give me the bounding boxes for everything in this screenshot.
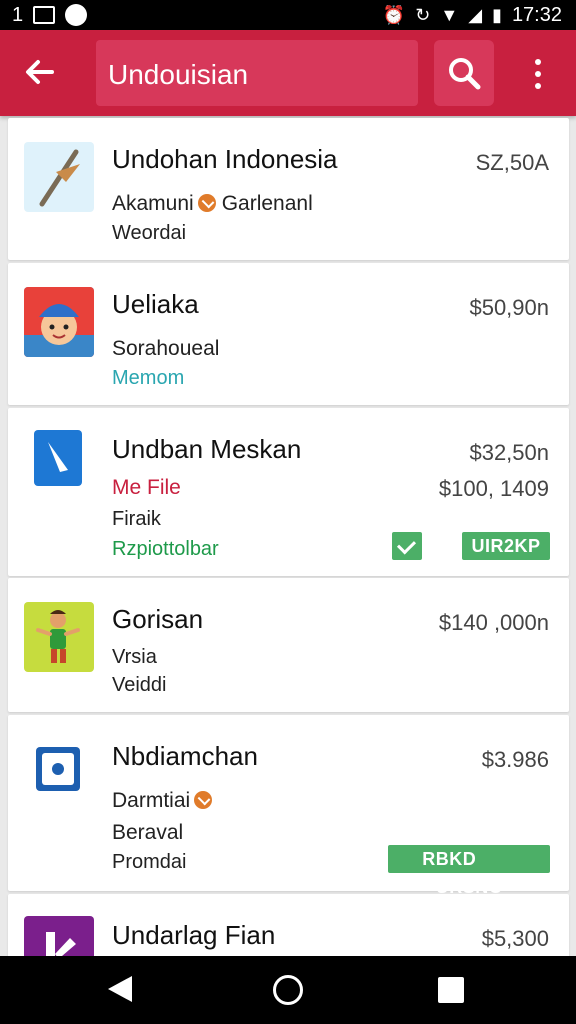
list-item[interactable]: Undarlag Fian $5,300: [8, 894, 569, 956]
item-title: Undban Meskan: [112, 434, 302, 464]
item-price: $32,50n: [469, 440, 549, 465]
badge-label-a: RBKD: [422, 849, 477, 869]
character-face-icon: [24, 287, 94, 357]
item-price: SZ,50A: [475, 150, 549, 175]
item-subtitle: Weordai: [112, 222, 187, 244]
item-price-secondary: $100, 1409: [438, 476, 549, 501]
item-title: Ueliaka: [112, 289, 199, 319]
record-icon: [42, 753, 74, 785]
wifi-icon: ▼: [440, 4, 459, 25]
item-price: $3.986: [481, 747, 549, 772]
list-item[interactable]: Undohan Indonesia SZ,50A Akamuni Garlenan…: [8, 118, 569, 260]
item-price: $50,90n: [469, 295, 549, 320]
overflow-menu-button[interactable]: [524, 52, 552, 96]
dot-icon: [535, 83, 541, 89]
search-input[interactable]: Undouisian: [96, 40, 418, 106]
item-tag: Me File: [112, 476, 181, 499]
app-icon: [36, 747, 80, 791]
system-nav-bar: [0, 956, 576, 1024]
item-developer: Darmtiai: [112, 789, 218, 813]
verified-icon: [194, 791, 213, 809]
pen-icon: [39, 149, 80, 207]
item-subtitle: Veiddi: [112, 674, 167, 696]
signal-icon: ◢: [468, 4, 483, 25]
verified-icon: [197, 194, 216, 212]
dot-icon: [535, 71, 541, 77]
list-item[interactable]: Nbdiamchan $3.986 Darmtiai Beraval Promd…: [8, 715, 569, 897]
list-item[interactable]: Undban Meskan $32,50n Me File $100, 1409…: [8, 408, 569, 576]
item-title: Gorisan: [112, 604, 204, 634]
notification-dot-icon: [65, 4, 88, 26]
developer-name: Darmtiai: [112, 789, 191, 812]
nav-back-button[interactable]: [108, 976, 132, 1002]
dot-icon: [535, 59, 541, 65]
alarm-icon: ⏰: [382, 4, 406, 25]
app-list: Undohan Indonesia SZ,50A Akamuni Garlenan…: [0, 116, 576, 956]
app-icon: [34, 430, 82, 486]
item-price: $140 ,000n: [438, 610, 549, 635]
item-status: Rzpiottolbar: [112, 538, 219, 560]
status-bar: 1 ⏰ ↻ ▼ ◢ ▮ 17:32: [0, 0, 576, 30]
item-price: $5,300: [481, 926, 549, 951]
app-icon: [24, 287, 94, 357]
action-badge[interactable]: RBKD URSNC: [388, 845, 550, 897]
item-subtitle: Memom: [112, 367, 185, 389]
item-developer: Sorahoueal: [112, 337, 220, 360]
item-developer: Akamuni Garlenanl: [112, 192, 313, 216]
app-icon: [24, 602, 94, 672]
clock: 17:32: [511, 3, 562, 26]
action-badge[interactable]: UIR2KP: [462, 532, 550, 560]
developer-category: Garlenanl: [221, 192, 313, 215]
item-title: Undarlag Fian: [112, 920, 276, 950]
item-title: Nbdiamchan: [112, 741, 258, 771]
item-subtitle: Firaik: [112, 508, 161, 530]
nav-home-button[interactable]: [273, 975, 303, 1005]
app-icon: [24, 916, 94, 956]
search-icon: [449, 58, 481, 90]
list-item[interactable]: Gorisan $140 ,000n Vrsia Veiddi: [8, 578, 569, 712]
gallery-icon: [33, 6, 56, 24]
battery-icon: ▮: [492, 4, 502, 25]
notification-count: 1: [12, 3, 24, 26]
item-developer: Vrsia: [112, 646, 157, 668]
item-subtitle: Beraval: [112, 821, 184, 844]
arrow-left-icon: [26, 60, 54, 84]
sync-icon: ↻: [415, 4, 431, 25]
developer-name: Akamuni: [112, 192, 194, 215]
app-bar: Undouisian: [0, 30, 576, 116]
check-icon[interactable]: [392, 532, 422, 560]
back-button[interactable]: [20, 52, 60, 92]
search-button[interactable]: [434, 40, 494, 106]
list-item[interactable]: Ueliaka $50,90n Sorahoueal Memom: [8, 263, 569, 405]
item-status: Promdai: [112, 851, 187, 873]
item-title: Undohan Indonesia: [112, 144, 338, 174]
letter-k-icon: [46, 932, 76, 956]
document-icon: [48, 442, 68, 472]
character-figure-icon: [36, 610, 80, 663]
nav-recents-button[interactable]: [438, 977, 464, 1003]
app-icon: [24, 142, 94, 212]
